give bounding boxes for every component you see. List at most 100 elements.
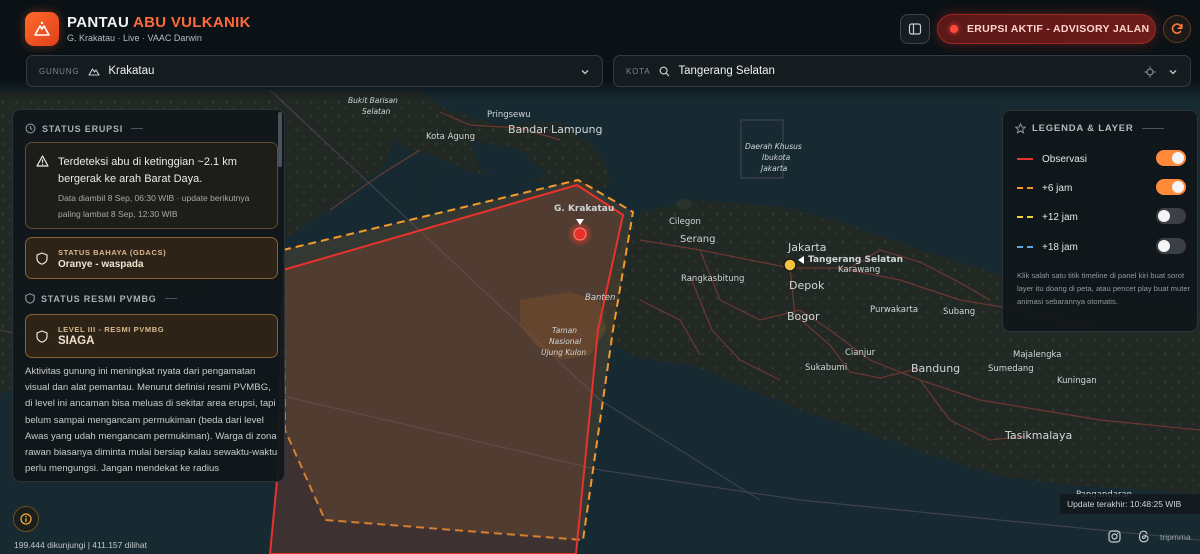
label-pringsewu: Pringsewu	[487, 110, 531, 120]
legend-item-observasi[interactable]: Observasi	[1017, 150, 1193, 168]
gdacs-value: Oranye - waspada	[58, 259, 144, 270]
label-karawang: Karawang	[838, 265, 880, 275]
label-cilegon: Cilegon	[669, 217, 701, 227]
threads-icon	[1138, 530, 1149, 543]
label-bandung: Bandung	[911, 362, 960, 375]
city-marker-label: Tangerang Selatan	[808, 255, 903, 265]
info-button[interactable]	[13, 506, 39, 532]
layer-toggle-plus12[interactable]	[1156, 208, 1186, 224]
legend-item-label: +12 jam	[1042, 211, 1078, 223]
legend-item-plus12[interactable]: +12 jam	[1017, 208, 1193, 226]
refresh-icon	[1171, 23, 1183, 34]
legend-swatch	[1017, 246, 1033, 248]
city-select[interactable]: KOTA Tangerang Selatan	[613, 55, 1191, 87]
legend-item-label: +18 jam	[1042, 241, 1078, 253]
label-selatan: Selatan	[362, 107, 391, 116]
detection-card: Terdeteksi abu di ketinggian ~2.1 km ber…	[25, 142, 278, 229]
tripmma-link[interactable]: tripmma	[1160, 532, 1191, 542]
chevron-down-icon	[1169, 70, 1177, 75]
instagram-icon	[1108, 530, 1121, 543]
layer-toggle-observasi[interactable]	[1156, 150, 1186, 166]
volcano-label: G. Krakatau	[554, 204, 614, 214]
app-logo	[25, 12, 59, 46]
legend-item-label: +6 jam	[1042, 182, 1073, 194]
visit-counter: 199.444 dikunjungi | 411.157 dilihat	[14, 540, 147, 550]
label-depok: Depok	[789, 279, 825, 292]
warning-icon	[36, 155, 49, 167]
legend-swatch	[1017, 216, 1033, 218]
locate-icon[interactable]	[1144, 66, 1156, 78]
sidebar-icon	[908, 23, 922, 35]
volcano-marker[interactable]	[573, 227, 587, 241]
label-ujung-kulon: Ujung Kulon	[541, 348, 586, 357]
label-sumedang: Sumedang	[988, 364, 1034, 374]
label-majalengka: Majalengka	[1013, 350, 1061, 360]
volcano-logo-icon	[34, 21, 50, 36]
city-select-caption: KOTA	[626, 66, 651, 76]
info-icon	[20, 513, 32, 525]
label-kota-agung: Kota Agung	[426, 132, 475, 142]
legend-title: LEGENDA & LAYER	[1032, 123, 1134, 134]
label-taman: Taman	[552, 326, 577, 335]
label-banten: Banten	[585, 293, 615, 303]
layer-toggle-plus6[interactable]	[1156, 179, 1186, 195]
level-description: Aktivitas gunung ini meningkat nyata dar…	[25, 366, 278, 475]
status-erupsi-title: STATUS ERUPSI	[42, 123, 124, 134]
city-marker[interactable]	[783, 258, 797, 272]
legend-swatch	[1017, 158, 1033, 160]
panel-scrollbar[interactable]	[278, 112, 282, 167]
legend-item-label: Observasi	[1042, 153, 1088, 165]
label-cianjur: Cianjur	[845, 348, 876, 358]
label-serang: Serang	[680, 234, 715, 245]
instagram-link[interactable]	[1108, 530, 1121, 543]
pvmbg-level-value: SIAGA	[58, 335, 95, 347]
label-bogor: Bogor	[787, 310, 820, 323]
island-sebesi	[676, 199, 692, 209]
legend-panel: LEGENDA & LAYER Observasi +6 jam +12 jam…	[1002, 110, 1198, 332]
volcano-select-caption: GUNUNG	[39, 66, 80, 76]
label-jakarta-region: Jakarta	[759, 164, 788, 173]
status-pvmbg-title: STATUS RESMI PVMBG	[41, 293, 157, 304]
detection-text: Terdeteksi abu di ketinggian ~2.1 km ber…	[58, 156, 237, 185]
layer-toggle-plus18[interactable]	[1156, 238, 1186, 254]
app-title-main: PANTAU	[67, 14, 130, 31]
mountain-icon	[88, 66, 100, 76]
shield-icon	[36, 330, 48, 343]
eruption-alert-badge[interactable]: ERUPSI AKTIF - ADVISORY JALAN	[937, 14, 1156, 44]
label-purwakarta: Purwakarta	[870, 305, 918, 315]
app-subtitle: G. Krakatau · Live · VAAC Darwin	[67, 33, 202, 43]
label-bandar-lampung: Bandar Lampung	[508, 123, 603, 136]
pvmbg-level-caption: LEVEL III - RESMI PVMBG	[58, 325, 165, 334]
label-kuningan: Kuningan	[1057, 376, 1097, 386]
pvmbg-level-card: LEVEL III - RESMI PVMBG SIAGA	[25, 314, 278, 358]
volcano-select-value: Krakatau	[108, 65, 155, 77]
legend-note: Klik salah satu titik timeline di panel …	[1017, 271, 1191, 307]
sidebar-toggle-button[interactable]	[900, 14, 930, 44]
threads-link[interactable]	[1138, 530, 1150, 543]
legend-item-plus18[interactable]: +18 jam	[1017, 238, 1193, 256]
star-icon	[1015, 123, 1026, 134]
search-icon	[659, 66, 670, 77]
status-panel[interactable]: STATUS ERUPSI Terdeteksi abu di ketinggi…	[12, 109, 285, 482]
legend-heading: LEGENDA & LAYER	[1015, 123, 1164, 134]
shield-icon	[36, 252, 48, 265]
alert-dot-icon	[950, 25, 958, 33]
label-subang: Subang	[943, 307, 975, 317]
volcano-select[interactable]: GUNUNG Krakatau	[26, 55, 603, 87]
label-tasikmalaya: Tasikmalaya	[1004, 429, 1072, 442]
refresh-button[interactable]	[1163, 15, 1191, 43]
label-rangkasbitung: Rangkasbitung	[681, 274, 744, 284]
gdacs-status-card: STATUS BAHAYA (GDACS) Oranye - waspada	[25, 237, 278, 279]
app-title: PANTAU ABU VULKANIK	[67, 14, 251, 31]
gdacs-caption: STATUS BAHAYA (GDACS)	[58, 248, 167, 257]
legend-item-plus6[interactable]: +6 jam	[1017, 179, 1193, 197]
status-pvmbg-heading: STATUS RESMI PVMBG	[25, 293, 177, 304]
last-update-label: Update terakhir: 10:48:25 WIB	[1060, 494, 1200, 514]
chevron-down-icon	[581, 70, 589, 75]
label-ibukota: Ibukota	[762, 153, 791, 162]
legend-swatch	[1017, 187, 1033, 189]
label-nasional: Nasional	[549, 337, 582, 346]
clock-icon	[25, 123, 36, 134]
city-select-value: Tangerang Selatan	[678, 65, 775, 77]
label-daerah-khusus: Daerah Khusus	[745, 142, 802, 151]
